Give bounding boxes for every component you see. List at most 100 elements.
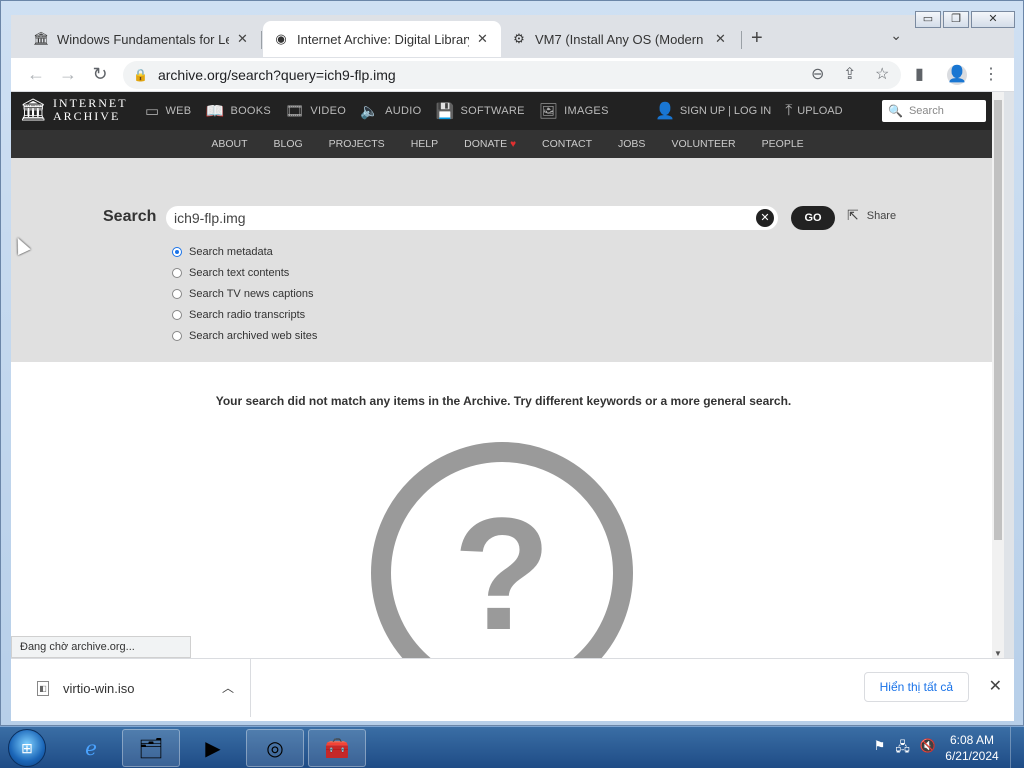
ia-user-area: 👤 SIGN UP | LOG IN ⤒ UPLOAD: [655, 92, 843, 130]
network-icon[interactable]: 🖧: [895, 738, 910, 760]
radio[interactable]: [172, 288, 182, 299]
floppy-icon: 💾: [435, 103, 455, 120]
ia-logo-text: INTERNET ARCHIVE: [53, 97, 128, 123]
tab-title: Internet Archive: Digital Library o: [297, 31, 469, 47]
nav-software[interactable]: 💾 SOFTWARE: [435, 102, 524, 120]
option-radio-transcripts[interactable]: Search radio transcripts: [172, 304, 317, 325]
nav-label: IMAGES: [564, 105, 609, 117]
show-all-button[interactable]: Hiển thị tất cả: [863, 672, 969, 702]
chevron-up-icon[interactable]: ︿: [222, 679, 234, 696]
browser-window-frame: ▭ ❐ ✕ 🏛 Windows Fundamentals for Lega ✕ …: [0, 0, 1024, 726]
file-explorer-icon[interactable]: 🗂: [122, 729, 180, 767]
address-bar[interactable]: 🔒 archive.org/search?query=ich9-flp.img: [123, 61, 901, 89]
option-text-contents[interactable]: Search text contents: [172, 263, 317, 284]
clock-time: 6:08 AM: [949, 733, 995, 747]
ia-sub-nav: ABOUT BLOG PROJECTS HELP DONATE ♥ CONTACT…: [11, 130, 1004, 158]
search-input[interactable]: ich9-flp.img ✕: [166, 206, 778, 230]
nav-label: AUDIO: [385, 105, 422, 117]
search-panel: Search ich9-flp.img ✕ GO ⇱ Share Search …: [11, 158, 1004, 362]
close-tab-icon[interactable]: ✕: [477, 31, 488, 47]
close-tab-icon[interactable]: ✕: [237, 31, 248, 47]
option-label: Search radio transcripts: [189, 308, 306, 321]
radio-selected[interactable]: [172, 247, 182, 258]
zoom-icon[interactable]: ⊖: [811, 64, 824, 84]
back-icon[interactable]: ←: [25, 64, 47, 85]
tab-internet-archive[interactable]: ◉ Internet Archive: Digital Library o ✕: [263, 21, 501, 57]
sign-up-login-link[interactable]: SIGN UP | LOG IN: [680, 105, 771, 117]
book-icon: 📖: [205, 103, 225, 120]
reload-icon[interactable]: ↻: [89, 64, 111, 85]
nav-video[interactable]: 🎞 VIDEO: [285, 102, 346, 120]
option-tv-captions[interactable]: Search TV news captions: [172, 284, 317, 305]
tab-windows-fundamentals[interactable]: 🏛 Windows Fundamentals for Lega ✕: [23, 21, 258, 57]
option-archived-web[interactable]: Search archived web sites: [172, 325, 317, 346]
new-tab-icon[interactable]: +: [751, 27, 763, 50]
action-center-flag-icon[interactable]: ⚑: [874, 738, 886, 760]
share-page-icon[interactable]: ⇪: [843, 64, 856, 84]
radio[interactable]: [172, 330, 182, 341]
address-bar-url: archive.org/search?query=ich9-flp.img: [157, 67, 396, 83]
nav-audio[interactable]: 🔈 AUDIO: [360, 102, 421, 120]
ia-logo[interactable]: 🏛 INTERNET ARCHIVE: [19, 97, 128, 123]
option-label: Search archived web sites: [189, 329, 318, 342]
download-item[interactable]: ◧ virtio-win.iso ︿: [11, 659, 251, 717]
forward-icon[interactable]: →: [57, 64, 79, 85]
scrollbar-thumb[interactable]: [994, 100, 1002, 540]
maximize-button[interactable]: ❐: [943, 11, 969, 28]
subnav-projects[interactable]: PROJECTS: [329, 138, 385, 150]
radio[interactable]: [172, 268, 182, 279]
ia-header-search[interactable]: 🔍 Search: [882, 100, 986, 122]
page-scrollbar[interactable]: ▼: [992, 92, 1004, 658]
status-bubble: Đang chờ archive.org...: [11, 636, 191, 658]
internet-explorer-icon[interactable]: ℯ: [62, 729, 120, 767]
nav-images[interactable]: 🖼 IMAGES: [539, 102, 609, 120]
chrome-menu-icon[interactable]: ⋮: [983, 64, 999, 84]
subnav-donate[interactable]: DONATE ♥: [464, 138, 516, 150]
nav-web[interactable]: ▭ WEB: [145, 102, 191, 120]
download-filename: virtio-win.iso: [63, 680, 135, 696]
chrome-taskbar-icon[interactable]: ◎: [246, 729, 304, 767]
option-metadata[interactable]: Search metadata: [172, 242, 317, 263]
close-window-button[interactable]: ✕: [971, 11, 1015, 28]
tab-vm7[interactable]: ⚙ VM7 (Install Any OS (Modern OS ✕: [501, 21, 736, 57]
go-button[interactable]: GO: [791, 206, 835, 230]
minimize-button[interactable]: ▭: [915, 11, 941, 28]
windows-logo-icon: ⊞: [21, 740, 33, 756]
chrome-browser: 🏛 Windows Fundamentals for Lega ✕ ◉ Inte…: [11, 15, 1014, 721]
clock-date: 6/21/2024: [945, 749, 999, 763]
user-icon: 👤: [655, 103, 675, 120]
subnav-contact[interactable]: CONTACT: [542, 138, 592, 150]
system-tray: ⚑ 🖧 🔇: [874, 738, 936, 760]
logo-line2: ARCHIVE: [52, 109, 121, 123]
toolbox-app-icon[interactable]: 🧰: [308, 729, 366, 767]
subnav-blog[interactable]: BLOG: [273, 138, 302, 150]
search-icon: 🔍: [888, 104, 903, 118]
radio[interactable]: [172, 309, 182, 320]
clear-search-icon[interactable]: ✕: [756, 209, 774, 227]
option-label: Search TV news captions: [189, 287, 314, 300]
web-icon: ▭: [145, 103, 160, 120]
bookmark-star-icon[interactable]: ☆: [875, 64, 889, 84]
clock[interactable]: 6:08 AM 6/21/2024: [942, 732, 1002, 764]
scroll-down-icon[interactable]: ▼: [992, 649, 1004, 658]
close-tab-icon[interactable]: ✕: [715, 31, 726, 47]
subnav-help[interactable]: HELP: [411, 138, 438, 150]
profile-avatar-icon[interactable]: 👤: [947, 65, 967, 85]
show-desktop-button[interactable]: [1010, 727, 1024, 768]
vm-icon: ⚙: [513, 31, 525, 46]
close-shelf-icon[interactable]: ✕: [989, 676, 1002, 696]
upload-link[interactable]: UPLOAD: [797, 105, 842, 117]
volume-muted-icon[interactable]: 🔇: [920, 738, 936, 760]
subnav-jobs[interactable]: JOBS: [618, 138, 645, 150]
share-button[interactable]: ⇱ Share: [847, 207, 896, 224]
start-button[interactable]: ⊞: [8, 729, 46, 767]
media-player-icon[interactable]: ▶: [184, 729, 242, 767]
subnav-about[interactable]: ABOUT: [211, 138, 247, 150]
nav-books[interactable]: 📖 BOOKS: [205, 102, 271, 120]
file-icon: ◧: [37, 680, 49, 696]
subnav-people[interactable]: PEOPLE: [762, 138, 804, 150]
subnav-volunteer[interactable]: VOLUNTEER: [671, 138, 735, 150]
side-panel-icon[interactable]: ▮: [915, 64, 924, 84]
heart-icon: ♥: [510, 139, 517, 150]
tab-search-chevron-icon[interactable]: ⌄: [890, 27, 902, 44]
